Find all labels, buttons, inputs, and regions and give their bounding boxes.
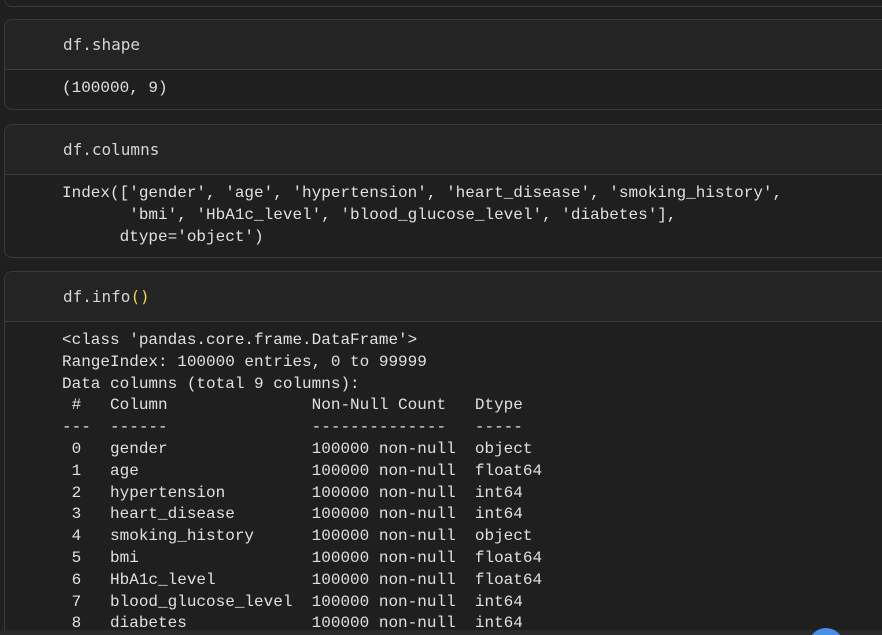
cell-output: <class 'pandas.core.frame.DataFrame'> Ra… <box>5 322 882 635</box>
code-text: df.shape <box>63 35 141 54</box>
cell-output: Index(['gender', 'age', 'hypertension', … <box>5 175 882 249</box>
code-text: df.info() <box>63 287 150 306</box>
bottom-scroll-bar[interactable] <box>0 630 882 635</box>
output-text: (100000, 9) <box>62 79 168 97</box>
notebook-cell-info[interactable]: df.info() <class 'pandas.core.frame.Data… <box>4 271 882 635</box>
code-input[interactable]: df.info() <box>5 272 882 322</box>
output-text: Index(['gender', 'age', 'hypertension', … <box>62 184 783 246</box>
code-text: df.columns <box>63 140 160 159</box>
cell-output: (100000, 9) <box>5 70 882 100</box>
code-function-name: df.info <box>63 287 131 306</box>
previous-cell-edge <box>4 0 882 7</box>
code-parentheses: () <box>130 287 150 306</box>
output-text: <class 'pandas.core.frame.DataFrame'> Ra… <box>62 331 543 633</box>
notebook-cell-columns[interactable]: df.columns Index(['gender', 'age', 'hype… <box>4 124 882 258</box>
code-input[interactable]: df.columns <box>5 125 882 175</box>
code-input[interactable]: df.shape <box>5 20 882 70</box>
notebook-cell-shape[interactable]: df.shape (100000, 9) <box>4 19 882 110</box>
